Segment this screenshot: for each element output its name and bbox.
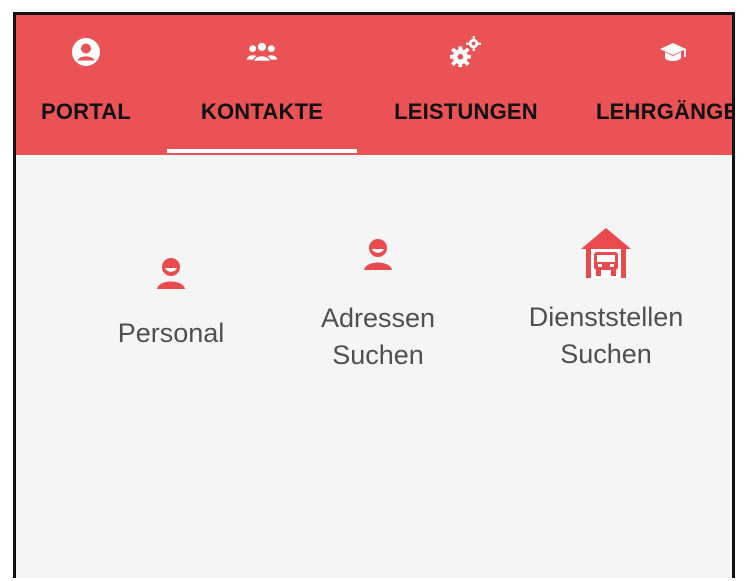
tile-label: Dienststellen Suchen — [528, 302, 684, 369]
tile-dienststellen-suchen[interactable]: Dienststellen Suchen — [486, 215, 726, 385]
tab-leistungen[interactable]: LEISTUNGEN — [376, 15, 556, 155]
kontakte-content: Personal Adressen Suchen Dienststellen S… — [16, 155, 732, 578]
tab-kontakte[interactable]: KONTAKTE — [167, 15, 357, 155]
active-tab-indicator — [167, 149, 357, 153]
tile-label: Personal — [117, 318, 225, 348]
tab-label: PORTAL — [40, 99, 131, 124]
tab-label: LEISTUNGEN — [394, 99, 538, 124]
app-screen: PORTAL KONTAKTE LEISTUNGEN LEHRGÄNGE Per… — [13, 12, 735, 578]
graduation-cap-icon — [656, 35, 690, 69]
fire-station-icon — [579, 225, 633, 279]
tab-lehrgaenge[interactable]: LEHRGÄNGE — [588, 15, 732, 155]
tile-label: Adressen Suchen — [320, 303, 436, 370]
user-circle-icon — [69, 35, 103, 69]
top-tab-bar: PORTAL KONTAKTE LEISTUNGEN LEHRGÄNGE — [16, 15, 732, 155]
contacts-group-icon — [245, 35, 279, 69]
person-icon — [360, 235, 396, 271]
tab-portal[interactable]: PORTAL — [16, 15, 156, 155]
tile-adressen-suchen[interactable]: Adressen Suchen — [278, 225, 478, 385]
person-icon — [153, 254, 189, 290]
tab-label: KONTAKTE — [200, 99, 324, 124]
gears-icon — [449, 35, 483, 69]
tile-personal[interactable]: Personal — [71, 240, 271, 380]
tab-label: LEHRGÄNGE — [596, 99, 732, 124]
